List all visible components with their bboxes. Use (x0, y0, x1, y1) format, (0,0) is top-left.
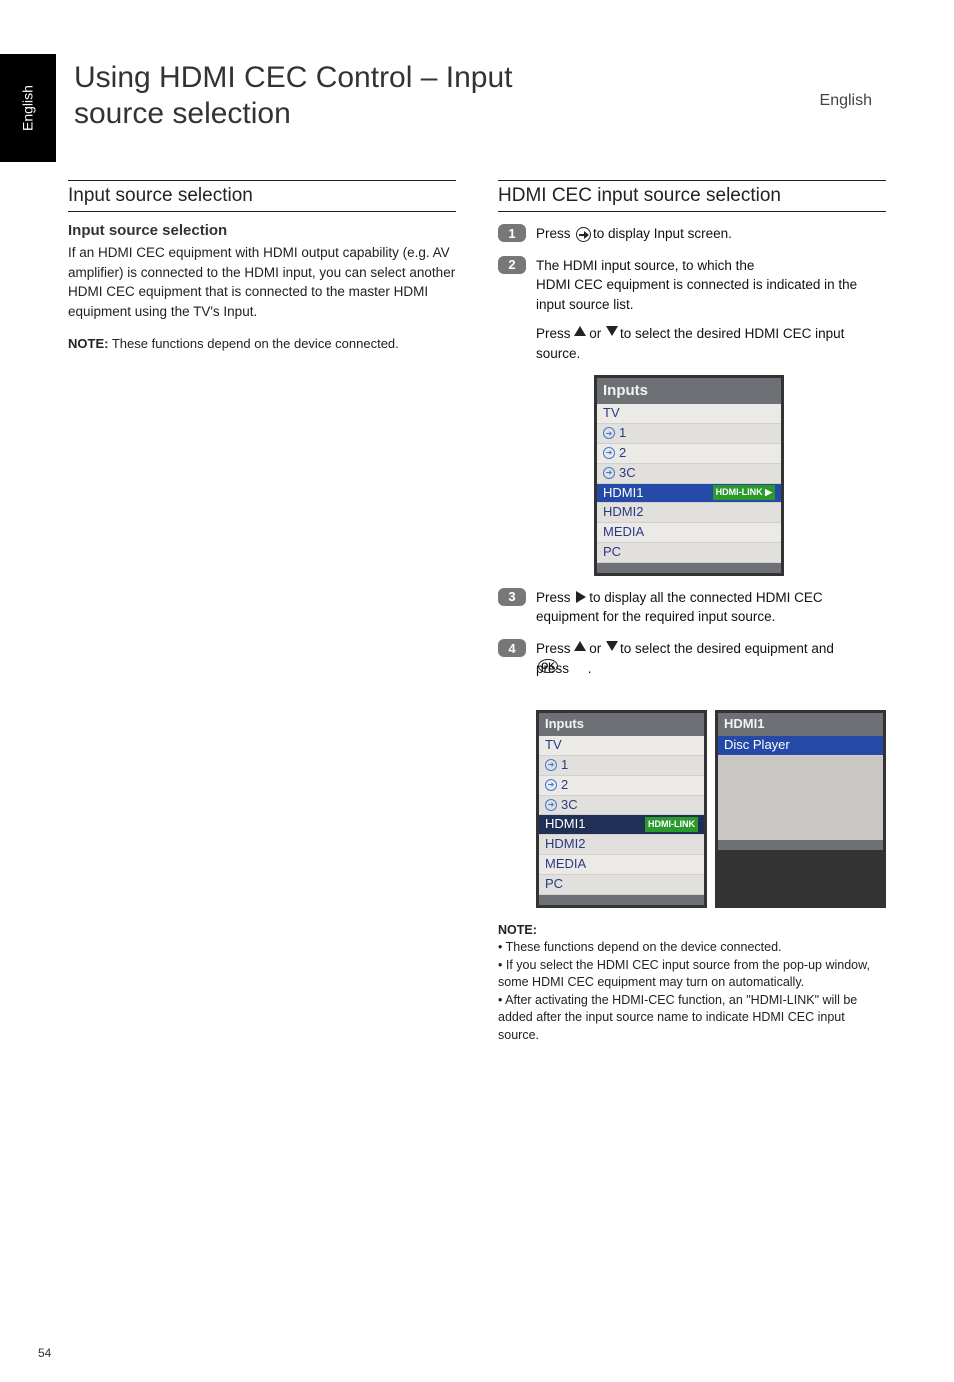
note-1: These functions depend on the device con… (506, 940, 782, 954)
step-badge-3: 3 (498, 588, 526, 606)
osd-title-2r: HDMI1 (718, 713, 883, 736)
side-tab: English (0, 54, 56, 162)
page-number: 54 (38, 1346, 51, 1360)
osd-row-1[interactable]: 1 (597, 424, 781, 444)
source-icon (545, 759, 557, 771)
osd2-row-1[interactable]: 1 (539, 756, 704, 776)
note-body-left: These functions depend on the device con… (112, 336, 399, 351)
source-icon (603, 427, 615, 439)
step-2: 2 The HDMI input source, to which the HD… (498, 256, 886, 576)
step-4: 4 Press or to select the desired equipme… (498, 639, 886, 908)
note-2: If you select the HDMI CEC input source … (498, 958, 870, 990)
osd-footer (539, 895, 704, 905)
source-icon (603, 467, 615, 479)
right-column: HDMI CEC input source selection 1 Press … (498, 180, 886, 1044)
source-icon (545, 799, 557, 811)
section-body-left: If an HDMI CEC equipment with HDMI outpu… (68, 243, 456, 321)
osd2-row-tv[interactable]: TV (539, 736, 704, 756)
step-4-text: Press or to select the desired equipment… (536, 639, 886, 908)
osd-left: Inputs TV 1 2 3C HDMI1HDMI-LINK HDMI2 ME… (536, 710, 707, 908)
heading-left: Input source selection (68, 180, 456, 212)
page: English English 54 Using HDMI CEC Contro… (0, 0, 954, 1382)
step-1-label: Press to display Input screen. (536, 226, 732, 241)
note-left: NOTE: These functions depend on the devi… (68, 335, 456, 353)
osd2-row-pc[interactable]: PC (539, 875, 704, 895)
arrow-down-icon (606, 641, 618, 651)
note-3: After activating the HDMI-CEC function, … (498, 993, 857, 1042)
arrow-up-icon (574, 641, 586, 651)
step-badge-2: 2 (498, 256, 526, 274)
osd-row-tv[interactable]: TV (597, 404, 781, 424)
osd2-row-hdmi2[interactable]: HDMI2 (539, 835, 704, 855)
arrow-right-icon (576, 591, 586, 603)
header-language: English (820, 92, 872, 110)
note-right: NOTE: • These functions depend on the de… (498, 922, 886, 1045)
note-label-left: NOTE: (68, 336, 108, 351)
osd2-row-3c[interactable]: 3C (539, 796, 704, 816)
osd2r-row-disc[interactable]: Disc Player (718, 736, 883, 756)
section-title-left: Input source selection (68, 222, 456, 239)
input-source-icon (576, 227, 591, 242)
hdmi-link-badge: HDMI-LINK (713, 485, 775, 500)
heading-right: HDMI CEC input source selection (498, 180, 886, 212)
content-columns: Input source selection Input source sele… (68, 180, 886, 1044)
page-title: Using HDMI CEC Control – Input source se… (74, 60, 513, 132)
step-3-text: Press to display all the connected HDMI … (536, 588, 886, 627)
step-2-text: The HDMI input source, to which the HDMI… (536, 256, 886, 576)
osd2-row-media[interactable]: MEDIA (539, 855, 704, 875)
source-icon (603, 447, 615, 459)
step-1-text: Press to display Input screen. (536, 224, 886, 244)
osd-footer (597, 563, 781, 573)
osd-footer (718, 840, 883, 850)
ok-button-icon: OK (538, 659, 558, 673)
osd-title-1: Inputs (597, 378, 781, 404)
step-1: 1 Press to display Input screen. (498, 224, 886, 244)
osd-title-2l: Inputs (539, 713, 704, 736)
osd-panel-1: Inputs TV 1 2 3C HDMI1HDMI-LINK HDMI2 ME… (594, 375, 784, 576)
hdmi-link-badge: HDMI-LINK (645, 817, 698, 832)
osd-row-pc[interactable]: PC (597, 543, 781, 563)
osd2-row-2[interactable]: 2 (539, 776, 704, 796)
osd-row-hdmi1[interactable]: HDMI1HDMI-LINK (597, 484, 781, 504)
osd-fill (718, 756, 883, 840)
arrow-down-icon (606, 326, 618, 336)
note-label-right: NOTE: (498, 923, 537, 937)
osd-right: HDMI1 Disc Player (715, 710, 886, 908)
source-icon (545, 779, 557, 791)
osd2-row-hdmi1[interactable]: HDMI1HDMI-LINK (539, 815, 704, 835)
step-badge-1: 1 (498, 224, 526, 242)
left-column: Input source selection Input source sele… (68, 180, 456, 1044)
osd-panel-2: Inputs TV 1 2 3C HDMI1HDMI-LINK HDMI2 ME… (536, 710, 886, 908)
osd-row-media[interactable]: MEDIA (597, 523, 781, 543)
osd-row-2[interactable]: 2 (597, 444, 781, 464)
step-3: 3 Press to display all the connected HDM… (498, 588, 886, 627)
arrow-up-icon (574, 326, 586, 336)
step-badge-4: 4 (498, 639, 526, 657)
osd-row-hdmi2[interactable]: HDMI2 (597, 503, 781, 523)
osd-row-3c[interactable]: 3C (597, 464, 781, 484)
